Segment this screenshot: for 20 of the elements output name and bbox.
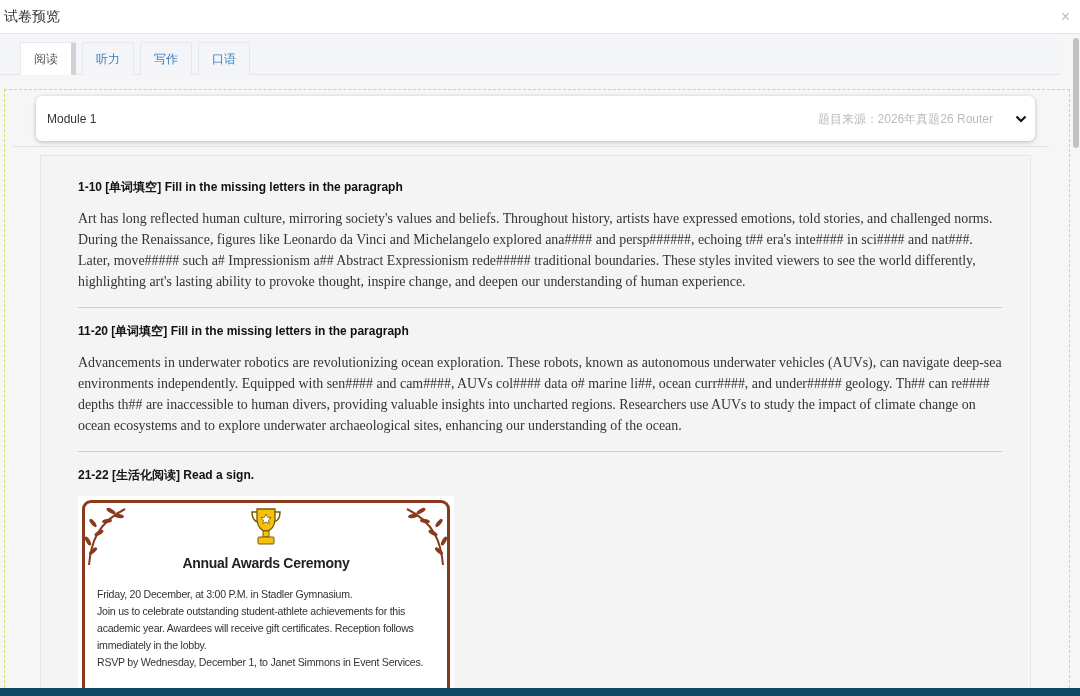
trophy-icon xyxy=(251,507,281,547)
sign-text: Friday, 20 December, at 3:00 P.M. in Stadler Gymnasium. xyxy=(97,587,354,602)
tab[interactable]: 口语 xyxy=(198,42,250,75)
module-header[interactable]: Module 1 题目来源：2026年真题26 Router xyxy=(36,96,1035,141)
sign-title: Annual Awards Ceremony xyxy=(181,554,351,573)
scrollbar-thumb[interactable] xyxy=(1073,38,1079,148)
question-heading: 21-22 [生活化阅读] Read a sign. xyxy=(78,467,256,484)
sign-text: Join us to celebrate outstanding student-athlete achievements for this academic year. Awardees will receive gift certificates. Reception follows immediately in the lobby. xyxy=(97,604,415,653)
window-title: 试卷预览 xyxy=(4,7,60,26)
question-heading: 1-10 [单词填空] Fill in the missing letters in the paragraph xyxy=(78,179,404,196)
source-label: 题目来源：2026年真题26 Router xyxy=(817,110,993,128)
tab[interactable]: 写作 xyxy=(140,42,192,75)
tab[interactable]: 阅读 xyxy=(20,42,76,75)
module-title: Module 1 xyxy=(47,110,97,128)
chevron-down-icon[interactable] xyxy=(1015,114,1027,123)
question-heading: 11-20 [单词填空] Fill in the missing letters in the paragraph xyxy=(78,323,410,340)
sign-text: RSVP by Wednesday, December 1, to Janet Simmons in Event Services. xyxy=(97,655,425,670)
passage-text: Advancements in underwater robotics are revolutionizing ocean exploration. These robots, known as autonomous underwater vehicles (AUVs), can navigate deep-sea environments independently. Equipped with sen#### and cam####, AUVs col#### data o# marine li##, ocean curr####, and under##### geology. Th## can re#### depths th## are inaccessible to human divers, providing valuable insights into uncharted regions. Researchers use AUVs to study the impact of climate change on ocean ecosystems and to explore underwater archaeological sites, enhancing our understanding of the ocean. xyxy=(78,354,1002,435)
passage-text: Art has long reflected human culture, mirroring society's values and beliefs. Throughout history, artists have expressed emotions, told stories, and challenged norms. During the Renaissance, figures like Leonardo da Vinci and Michelangelo explored ana#### and persp######, echoing t## era's inte#### in sci#### and nat###. Later, move##### such a# Impressionism a## Abstract Expressionism rede##### traditional boundaries. These styles invited viewers to see the world differently, highlighting art's lasting ability to provoke thought, inspire change, and deepen our understanding of human experience. xyxy=(78,210,994,291)
tab[interactable]: 听力 xyxy=(82,42,134,75)
